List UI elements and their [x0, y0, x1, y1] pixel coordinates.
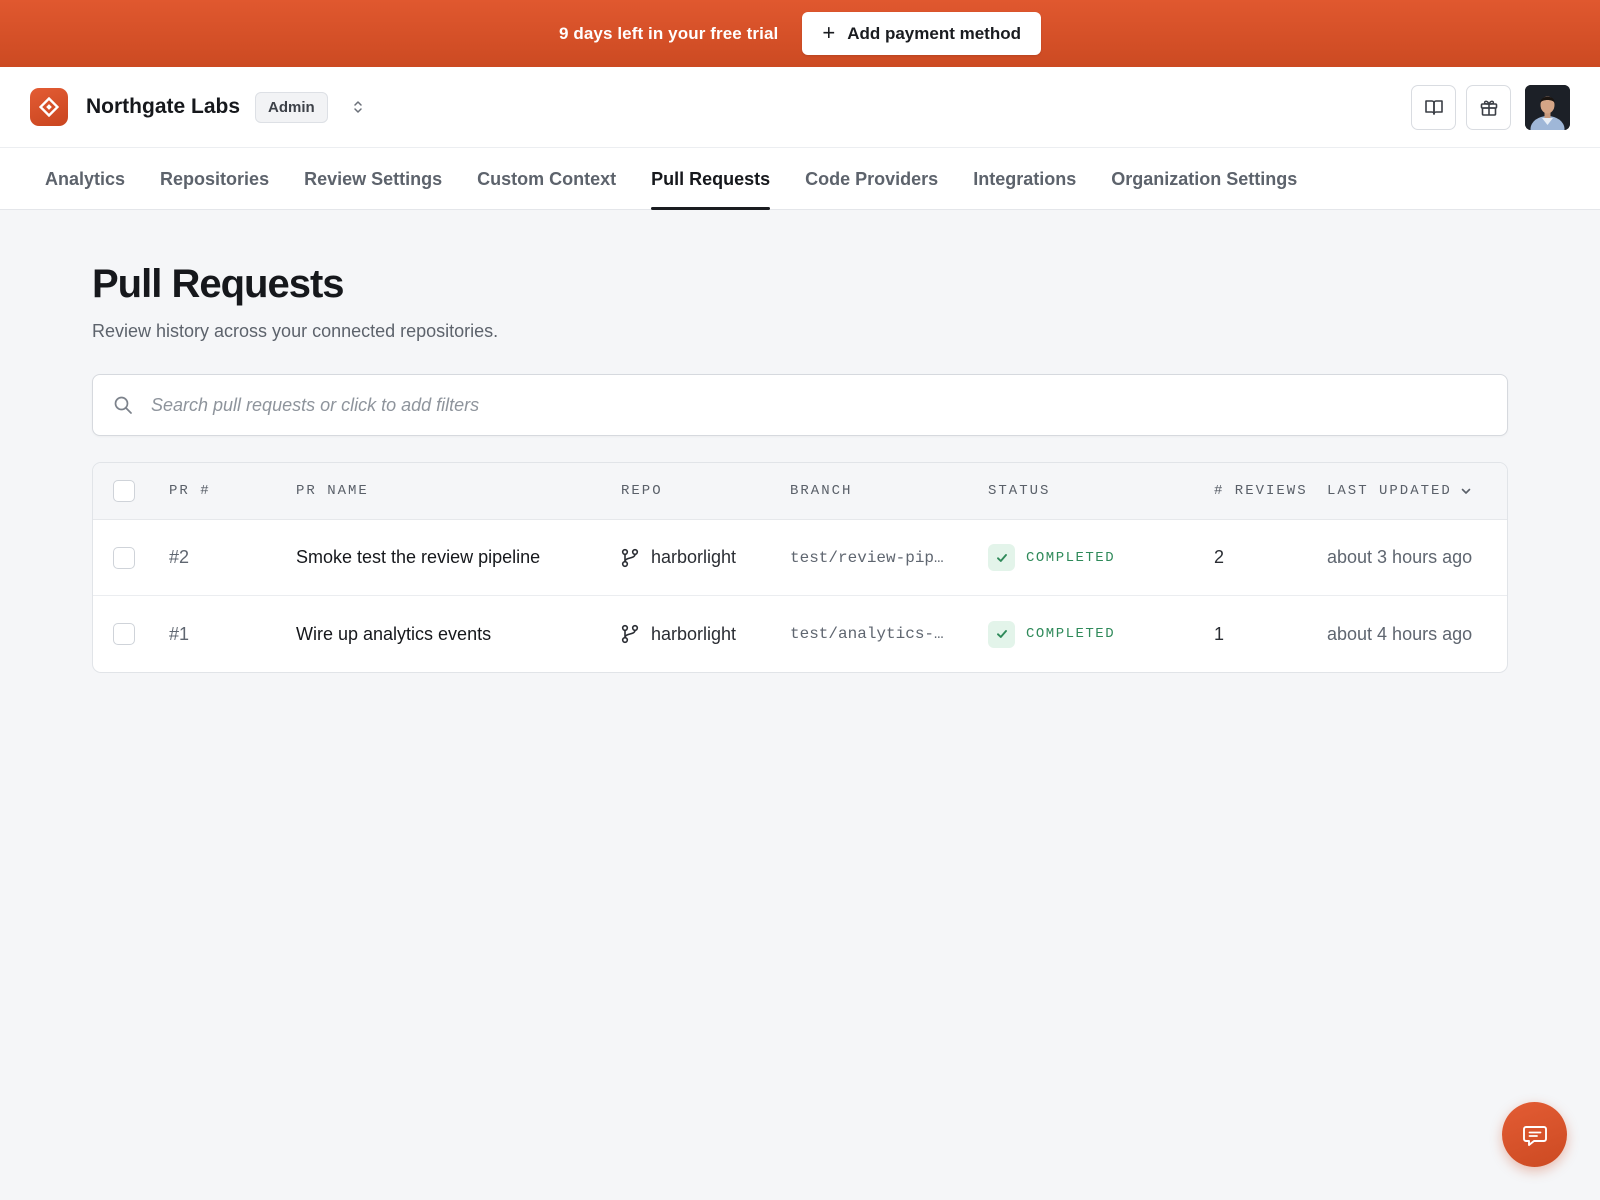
tab-custom-context[interactable]: Custom Context — [477, 148, 616, 209]
chat-icon — [1522, 1125, 1547, 1146]
branch-name: test/analytics-… — [790, 625, 944, 643]
select-all-checkbox[interactable] — [113, 480, 135, 502]
repo-link[interactable]: harborlight — [621, 624, 790, 645]
header-actions — [1411, 84, 1570, 130]
avatar[interactable] — [1525, 84, 1570, 130]
tab-integrations[interactable]: Integrations — [973, 148, 1076, 209]
tab-analytics[interactable]: Analytics — [45, 148, 125, 209]
pr-number: #1 — [169, 623, 190, 644]
row-checkbox[interactable] — [113, 623, 135, 645]
status-label: COMPLETED — [1026, 626, 1116, 642]
status-badge: COMPLETED — [988, 544, 1214, 571]
tab-pull-requests[interactable]: Pull Requests — [651, 148, 771, 210]
app-header: Northgate Labs Admin — [0, 67, 1600, 148]
gift-icon — [1480, 100, 1497, 116]
search-input[interactable] — [151, 394, 1487, 416]
add-payment-method-label: Add payment method — [847, 23, 1021, 43]
tab-bar: Analytics Repositories Review Settings C… — [0, 148, 1600, 210]
org-name[interactable]: Northgate Labs — [86, 95, 240, 119]
tab-organization-settings[interactable]: Organization Settings — [1111, 148, 1297, 209]
column-header-last-updated[interactable]: LAST UPDATED — [1327, 483, 1507, 499]
trial-banner: 9 days left in your free trial + Add pay… — [0, 0, 1600, 67]
table-header-row: PR # PR NAME REPO BRANCH STATUS # REVIEW… — [93, 463, 1507, 520]
column-header-pr-name: PR NAME — [296, 483, 369, 499]
page-title: Pull Requests — [92, 262, 345, 306]
chevron-up-down-icon[interactable] — [350, 97, 366, 117]
pr-name[interactable]: Wire up analytics events — [296, 624, 491, 644]
column-header-reviews: # REVIEWS — [1214, 483, 1308, 499]
gift-button[interactable] — [1466, 84, 1511, 130]
check-icon — [988, 544, 1015, 571]
table-row[interactable]: #1 Wire up analytics events harborlight … — [93, 596, 1507, 672]
column-header-last-updated-label: LAST UPDATED — [1327, 483, 1452, 499]
column-header-pr-num: PR # — [169, 483, 211, 499]
status-badge: COMPLETED — [988, 620, 1214, 648]
last-updated: about 4 hours ago — [1327, 623, 1473, 644]
add-payment-method-button[interactable]: + Add payment method — [802, 12, 1041, 55]
review-count: 2 — [1214, 547, 1225, 567]
trial-text: 9 days left in your free trial — [558, 23, 779, 43]
pr-number: #2 — [169, 547, 190, 567]
search-icon — [114, 396, 132, 414]
role-badge: Admin — [255, 91, 328, 123]
pr-name[interactable]: Smoke test the review pipeline — [296, 547, 540, 567]
column-header-status: STATUS — [988, 483, 1051, 499]
main-content: Pull Requests Review history across your… — [0, 210, 1600, 673]
tab-code-providers[interactable]: Code Providers — [805, 148, 938, 209]
status-label: COMPLETED — [1026, 549, 1116, 566]
column-header-repo: REPO — [621, 483, 663, 499]
git-branch-icon — [621, 548, 639, 567]
review-count: 1 — [1214, 623, 1225, 644]
table-row[interactable]: #2 Smoke test the review pipeline harbor… — [93, 520, 1507, 596]
tab-repositories[interactable]: Repositories — [160, 148, 269, 209]
page-subtitle: Review history across your connected rep… — [92, 321, 499, 341]
repo-link[interactable]: harborlight — [621, 547, 790, 568]
search-bar[interactable] — [92, 374, 1508, 436]
branch-name: test/review-pip… — [790, 548, 944, 567]
column-header-branch: BRANCH — [790, 483, 853, 499]
last-updated: about 3 hours ago — [1327, 547, 1473, 567]
book-icon — [1424, 100, 1443, 115]
check-icon — [988, 620, 1015, 648]
diamond-logo-icon[interactable] — [30, 88, 68, 126]
repo-name: harborlight — [651, 623, 737, 644]
repo-name: harborlight — [651, 547, 737, 567]
row-checkbox[interactable] — [113, 546, 135, 569]
chat-button[interactable] — [1502, 1102, 1567, 1167]
pull-requests-table: PR # PR NAME REPO BRANCH STATUS # REVIEW… — [92, 462, 1508, 673]
git-branch-icon — [621, 624, 639, 644]
plus-icon: + — [822, 19, 836, 45]
tab-review-settings[interactable]: Review Settings — [304, 148, 442, 209]
chevron-down-icon — [1461, 488, 1471, 494]
docs-button[interactable] — [1411, 84, 1456, 130]
